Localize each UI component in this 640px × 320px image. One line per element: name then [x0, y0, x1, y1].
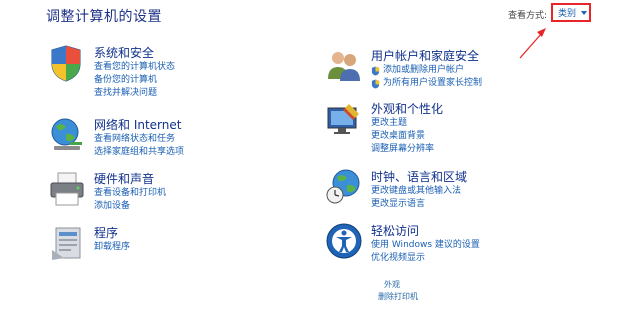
- category-title[interactable]: 外观和个性化: [371, 100, 443, 117]
- users-icon[interactable]: [325, 47, 363, 85]
- link-backup-computer[interactable]: 备份您的计算机: [94, 74, 175, 87]
- link-optimize-display[interactable]: 优化视频显示: [371, 252, 480, 265]
- category-title[interactable]: 网络和 Internet: [94, 116, 181, 133]
- category-programs: 程序 卸载程序: [48, 224, 308, 264]
- link-change-theme[interactable]: 更改主题: [371, 117, 434, 130]
- ease-of-access-icon[interactable]: [325, 222, 363, 260]
- category-title[interactable]: 程序: [94, 224, 118, 241]
- category-title[interactable]: 系统和安全: [94, 44, 154, 61]
- link-windows-recommended-settings[interactable]: 使用 Windows 建议的设置: [371, 239, 480, 252]
- printer-icon[interactable]: [48, 170, 86, 208]
- link-parental-controls[interactable]: 为所有用户设置家长控制: [383, 77, 482, 90]
- page-title: 调整计算机的设置: [46, 9, 162, 25]
- view-by-value: 类别: [558, 9, 577, 19]
- link-devices-printers[interactable]: 查看设备和打印机: [94, 187, 166, 200]
- category-title[interactable]: 用户帐户和家庭安全: [371, 47, 479, 64]
- view-by-dropdown[interactable]: 类别: [551, 3, 591, 22]
- bottom-overlay-text: 外观 删除打印机: [378, 279, 418, 303]
- view-by-label: 查看方式:: [508, 11, 548, 21]
- uac-shield-icon: [371, 79, 380, 88]
- link-homegroup-sharing[interactable]: 选择家庭组和共享选项: [94, 146, 184, 159]
- link-screen-resolution[interactable]: 调整屏幕分辨率: [371, 143, 434, 156]
- category-user-accounts: 用户帐户和家庭安全 添加或删除用户帐户 为所有用户设置家长控制: [325, 47, 615, 97]
- link-troubleshoot[interactable]: 查找并解决问题: [94, 87, 175, 100]
- bottom-text-line: 删除打印机: [378, 292, 418, 301]
- chevron-down-icon: [581, 10, 588, 15]
- bottom-text-line: 外观: [384, 280, 400, 289]
- network-globe-icon[interactable]: [48, 116, 86, 154]
- programs-icon[interactable]: [48, 224, 86, 262]
- link-network-status[interactable]: 查看网络状态和任务: [94, 133, 184, 146]
- category-title[interactable]: 硬件和声音: [94, 170, 154, 187]
- link-change-background[interactable]: 更改桌面背景: [371, 130, 434, 143]
- uac-shield-icon: [371, 66, 380, 75]
- category-clock-language: 时钟、语言和区域 更改键盘或其他输入法 更改显示语言: [325, 168, 615, 218]
- clock-language-globe-icon[interactable]: [325, 168, 363, 206]
- link-change-display-language[interactable]: 更改显示语言: [371, 198, 461, 211]
- category-ease-of-access: 轻松访问 使用 Windows 建议的设置 优化视频显示: [325, 222, 615, 272]
- link-change-keyboard[interactable]: 更改键盘或其他输入法: [371, 185, 461, 198]
- category-title[interactable]: 时钟、语言和区域: [371, 168, 467, 185]
- link-view-computer-status[interactable]: 查看您的计算机状态: [94, 61, 175, 74]
- category-appearance: 外观和个性化 更改主题 更改桌面背景 调整屏幕分辨率: [325, 100, 615, 160]
- link-uninstall-program[interactable]: 卸载程序: [94, 241, 130, 254]
- category-hardware-sound: 硬件和声音 查看设备和打印机 添加设备: [48, 170, 308, 220]
- system-security-icon[interactable]: [48, 44, 86, 82]
- link-add-device[interactable]: 添加设备: [94, 200, 166, 213]
- link-add-remove-accounts[interactable]: 添加或删除用户帐户: [383, 64, 464, 77]
- category-title[interactable]: 轻松访问: [371, 222, 419, 239]
- category-network-internet: 网络和 Internet 查看网络状态和任务 选择家庭组和共享选项: [48, 116, 308, 166]
- appearance-icon[interactable]: [325, 100, 363, 138]
- category-system-security: 系统和安全 查看您的计算机状态 备份您的计算机 查找并解决问题: [48, 44, 308, 104]
